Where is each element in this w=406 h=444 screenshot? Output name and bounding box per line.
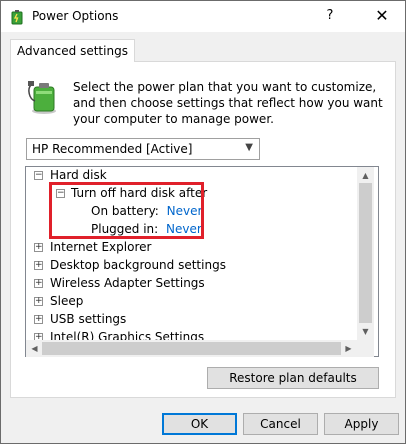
expand-icon[interactable]: + [34, 279, 43, 288]
scrollbar-corner [357, 340, 374, 357]
chevron-down-icon: ▼ [245, 142, 253, 153]
cancel-button[interactable]: Cancel [243, 413, 318, 435]
title-bar: Power Options ? ✕ [1, 1, 405, 32]
ok-button[interactable]: OK [162, 413, 237, 435]
vertical-scroll-thumb[interactable] [359, 183, 372, 323]
tab-advanced-settings[interactable]: Advanced settings [10, 39, 135, 62]
tree-item-label: Desktop background settings [50, 258, 226, 272]
power-options-window: Power Options ? ✕ Advanced settings Sele… [0, 0, 406, 444]
scroll-up-arrow-icon[interactable]: ▲ [357, 167, 374, 184]
highlight-box [49, 182, 204, 239]
scroll-left-arrow-icon[interactable]: ◀ [26, 340, 43, 357]
battery-plug-icon [28, 81, 56, 114]
help-button[interactable]: ? [319, 5, 341, 27]
intro-text: Select the power plan that you want to c… [73, 80, 383, 126]
tree-item-label: Wireless Adapter Settings [50, 276, 205, 290]
scroll-right-arrow-icon[interactable]: ▶ [340, 340, 357, 357]
power-plan-value: HP Recommended [Active] [32, 142, 193, 156]
tree-item-label: Sleep [50, 294, 84, 308]
power-options-icon [11, 10, 23, 25]
apply-button[interactable]: Apply [324, 413, 399, 435]
expand-icon[interactable]: + [34, 315, 43, 324]
power-plan-select[interactable]: HP Recommended [Active] ▼ [26, 138, 260, 160]
expand-icon[interactable]: + [34, 261, 43, 270]
collapse-icon[interactable]: − [34, 171, 43, 180]
expand-icon[interactable]: + [34, 243, 43, 252]
expand-icon[interactable]: + [34, 297, 43, 306]
horizontal-scroll-thumb[interactable] [42, 342, 341, 355]
horizontal-scrollbar[interactable]: ◀ ▶ [26, 340, 357, 357]
vertical-scrollbar[interactable]: ▲ ▼ [357, 167, 374, 340]
tree-item-label: USB settings [50, 312, 127, 326]
restore-plan-defaults-button[interactable]: Restore plan defaults [207, 367, 379, 389]
tree-item-label: Internet Explorer [50, 240, 152, 254]
close-button[interactable]: ✕ [369, 3, 395, 29]
scroll-down-arrow-icon[interactable]: ▼ [357, 323, 374, 340]
window-title: Power Options [32, 9, 119, 23]
